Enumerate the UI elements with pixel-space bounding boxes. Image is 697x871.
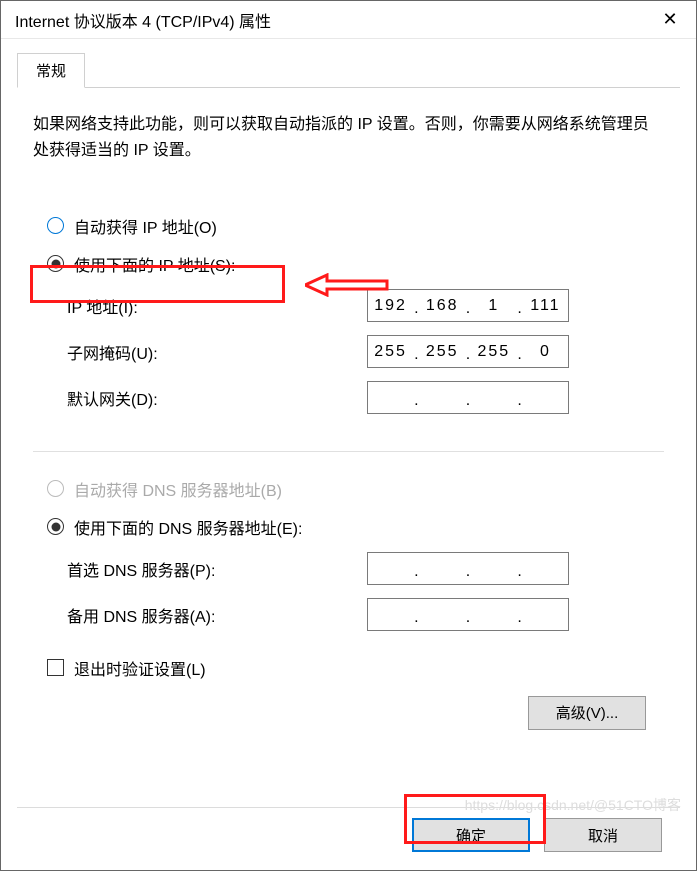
- dialog-window: Internet 协议版本 4 (TCP/IPv4) 属性 ✕ 常规 如果网络支…: [0, 0, 697, 871]
- radio-icon: [47, 480, 64, 497]
- radio-auto-dns: 自动获得 DNS 服务器地址(B): [47, 474, 664, 504]
- subnet-mask-label: 子网掩码(U):: [67, 340, 367, 364]
- tab-bar: 常规: [17, 53, 680, 88]
- radio-manual-ip-label: 使用下面的 IP 地址(S):: [74, 252, 236, 276]
- preferred-dns-label: 首选 DNS 服务器(P):: [67, 557, 367, 581]
- titlebar: Internet 协议版本 4 (TCP/IPv4) 属性 ✕: [1, 1, 696, 39]
- intro-text: 如果网络支持此功能，则可以获取自动指派的 IP 设置。否则，你需要从网络系统管理…: [33, 112, 664, 165]
- ip-address-input[interactable]: 192. 168. 1. 111: [367, 289, 569, 322]
- field-subnet-mask: 子网掩码(U): 255. 255. 255. 0: [67, 333, 664, 371]
- default-gateway-input[interactable]: . . .: [367, 381, 569, 414]
- radio-icon: [47, 217, 64, 234]
- advanced-button[interactable]: 高级(V)...: [528, 696, 646, 730]
- dns-group: 自动获得 DNS 服务器地址(B) 使用下面的 DNS 服务器地址(E): 首选…: [33, 451, 664, 730]
- field-preferred-dns: 首选 DNS 服务器(P): . . .: [67, 550, 664, 588]
- default-gateway-label: 默认网关(D):: [67, 386, 367, 410]
- radio-icon: [47, 518, 64, 535]
- tab-general[interactable]: 常规: [17, 53, 85, 88]
- alternate-dns-label: 备用 DNS 服务器(A):: [67, 603, 367, 627]
- alternate-dns-input[interactable]: . . .: [367, 598, 569, 631]
- close-icon: ✕: [662, 9, 677, 30]
- ok-button[interactable]: 确定: [412, 818, 530, 852]
- radio-auto-ip-label: 自动获得 IP 地址(O): [74, 214, 217, 238]
- radio-manual-dns-label: 使用下面的 DNS 服务器地址(E):: [74, 515, 302, 539]
- subnet-mask-input[interactable]: 255. 255. 255. 0: [367, 335, 569, 368]
- checkbox-icon: [47, 659, 64, 676]
- radio-auto-ip[interactable]: 自动获得 IP 地址(O): [47, 211, 664, 241]
- window-title: Internet 协议版本 4 (TCP/IPv4) 属性: [15, 8, 271, 32]
- radio-icon: [47, 255, 64, 272]
- close-button[interactable]: ✕: [648, 4, 692, 36]
- validate-on-exit-row[interactable]: 退出时验证设置(L): [47, 656, 664, 680]
- radio-manual-dns[interactable]: 使用下面的 DNS 服务器地址(E):: [47, 512, 664, 542]
- tab-panel-general: 如果网络支持此功能，则可以获取自动指派的 IP 设置。否则，你需要从网络系统管理…: [17, 88, 680, 799]
- annotation-arrow-icon: [305, 273, 390, 302]
- preferred-dns-input[interactable]: . . .: [367, 552, 569, 585]
- content-area: 常规 如果网络支持此功能，则可以获取自动指派的 IP 设置。否则，你需要从网络系…: [1, 39, 696, 807]
- dialog-buttons: 确定 取消: [17, 807, 680, 870]
- cancel-button[interactable]: 取消: [544, 818, 662, 852]
- radio-auto-dns-label: 自动获得 DNS 服务器地址(B): [74, 477, 282, 501]
- field-default-gateway: 默认网关(D): . . .: [67, 379, 664, 417]
- field-alternate-dns: 备用 DNS 服务器(A): . . .: [67, 596, 664, 634]
- validate-on-exit-label: 退出时验证设置(L): [74, 656, 206, 680]
- ip-group: 自动获得 IP 地址(O) 使用下面的 IP 地址(S): IP 地址(I): …: [33, 207, 664, 439]
